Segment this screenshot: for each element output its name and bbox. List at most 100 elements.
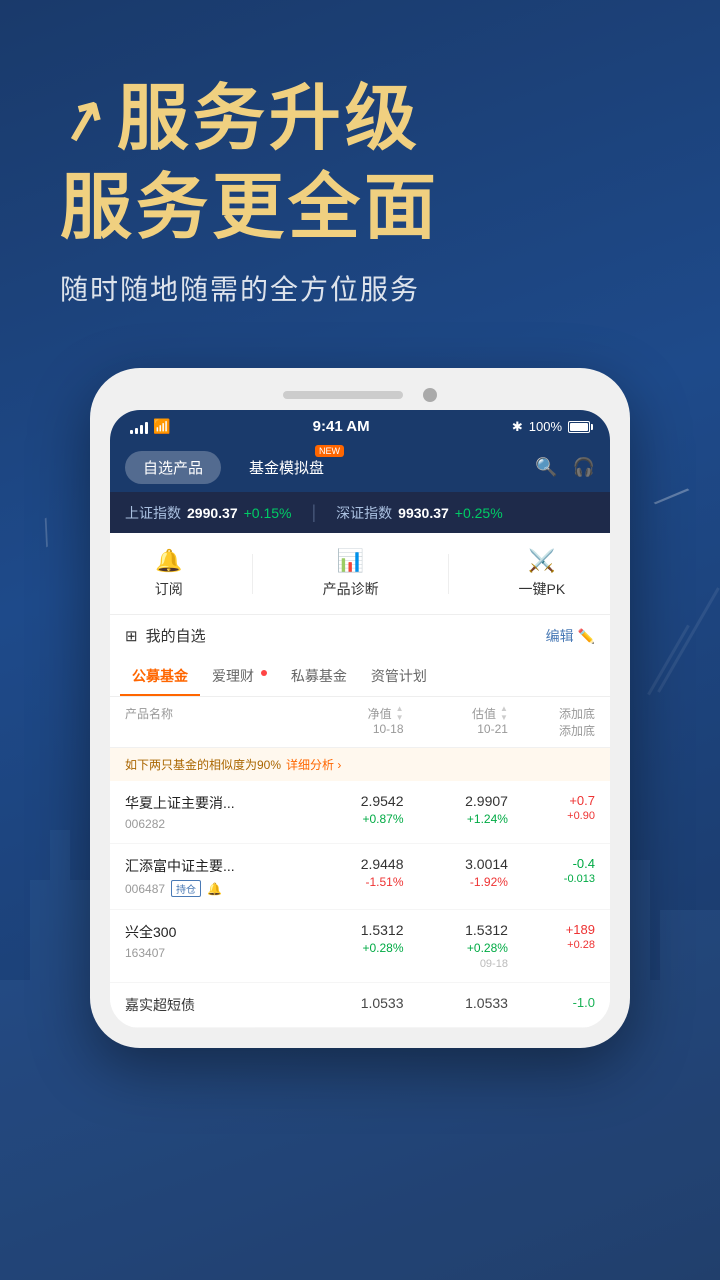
hero-section: ↗ 服务升级 服务更全面 随时随地随需的全方位服务	[0, 0, 720, 338]
new-badge: NEW	[315, 445, 344, 457]
sh-value: 2990.37	[187, 505, 238, 521]
fund-code-row-1: 006282	[125, 817, 299, 831]
col-header-est[interactable]: 估值 ▲ ▼ 10-21	[404, 705, 508, 739]
fund-est-change-2: -1.92%	[404, 875, 508, 889]
phone-camera	[423, 388, 437, 402]
action-divider-1	[252, 554, 253, 594]
pk-icon: ⚔️	[528, 548, 555, 574]
col-header-add-text: 添加底	[508, 705, 595, 722]
fund-nav-value-3: 1.5312	[299, 922, 403, 938]
nav-tab-fund-sim[interactable]: 基金模拟盘 NEW	[231, 451, 342, 484]
est-sort: ▲ ▼	[500, 705, 508, 722]
signal-bar-1	[130, 430, 133, 434]
fund-info-2: 汇添富中证主要... 006487 持仓 🔔	[125, 856, 299, 897]
sz-value: 9930.37	[398, 505, 449, 521]
fund-est-change-1: +1.24%	[404, 812, 508, 826]
tab-asset-mgmt[interactable]: 资管计划	[359, 656, 439, 696]
col-header-nav-text: 净值	[368, 705, 392, 722]
fund-bell-2: 🔔	[207, 882, 222, 896]
signal-bar-4	[145, 422, 148, 434]
tab-private-fund[interactable]: 私募基金	[279, 656, 359, 696]
fund-est-date-3: 09-18	[404, 958, 508, 970]
watchlist-title: ⊞ 我的自选	[125, 625, 206, 646]
col-header-nav[interactable]: 净值 ▲ ▼ 10-18	[299, 705, 403, 739]
fund-add-value-4: -1.0	[508, 995, 595, 1010]
action-pk[interactable]: ⚔️ 一键PK	[519, 548, 566, 599]
sh-change: +0.15%	[244, 505, 292, 521]
tab-asset-mgmt-label: 资管计划	[371, 668, 427, 684]
fund-est-4: 1.0533	[404, 995, 508, 1011]
fund-code-3: 163407	[125, 946, 165, 960]
fund-add-sub-1: +0.90	[508, 810, 595, 822]
col-header-add: 添加底 添加底	[508, 705, 595, 739]
watchlist-icon: ⊞	[125, 627, 138, 645]
fund-code-1: 006282	[125, 817, 165, 831]
watchlist-title-text: 我的自选	[146, 625, 206, 646]
action-diagnose[interactable]: 📊 产品诊断	[323, 548, 379, 599]
fund-info-4: 嘉实超短债	[125, 995, 299, 1015]
wifi-icon: 📶	[153, 418, 170, 435]
watchlist-edit-button[interactable]: 编辑 ✏️	[546, 626, 595, 646]
status-left: 📶	[130, 418, 170, 435]
battery-icon	[568, 421, 590, 433]
nav-tab-watchlist[interactable]: 自选产品	[125, 451, 221, 484]
headset-icon[interactable]: 🎧	[573, 457, 595, 478]
fund-name-1: 华夏上证主要消...	[125, 793, 299, 813]
col-header-est-text: 估值	[472, 705, 496, 722]
action-divider-2	[448, 554, 449, 594]
search-icon[interactable]: 🔍	[535, 457, 557, 478]
tab-public-fund[interactable]: 公募基金	[120, 656, 200, 696]
watchlist-edit-label: 编辑	[546, 628, 574, 644]
table-header: 产品名称 净值 ▲ ▼ 10-18 估值	[110, 697, 610, 748]
sh-label: 上证指数	[125, 503, 181, 523]
watchlist-header: ⊞ 我的自选 编辑 ✏️	[110, 615, 610, 656]
fund-add-3: +189 +0.28	[508, 922, 595, 951]
fund-row[interactable]: 汇添富中证主要... 006487 持仓 🔔 2.9448 -1.51% 3.0…	[110, 844, 610, 910]
fund-add-2: -0.4 -0.013	[508, 856, 595, 885]
fund-nav-value-4: 1.0533	[299, 995, 403, 1011]
fund-add-4: -1.0	[508, 995, 595, 1010]
fund-est-1: 2.9907 +1.24%	[404, 793, 508, 826]
hero-line2: 服务更全面	[60, 169, 660, 248]
tab-public-fund-label: 公募基金	[132, 668, 188, 684]
fund-row[interactable]: 华夏上证主要消... 006282 2.9542 +0.87% 2.9907 +…	[110, 781, 610, 844]
hero-subtitle: 随时随地随需的全方位服务	[60, 268, 660, 308]
fund-add-sub-2: -0.013	[508, 873, 595, 885]
battery-tip	[591, 424, 593, 430]
col-header-est-date: 10-21	[477, 722, 508, 736]
fund-code-2: 006487	[125, 882, 165, 896]
similarity-text: 如下两只基金的相似度为90%	[125, 756, 281, 773]
nav-tab-watchlist-label: 自选产品	[143, 460, 203, 477]
sz-ticker: 深证指数 9930.37 +0.25%	[336, 503, 502, 523]
fund-nav-change-2: -1.51%	[299, 875, 403, 889]
phone-mockup: 📶 9:41 AM ✱ 100% 自选产品 基金模拟盘	[90, 368, 630, 1048]
app-nav: 自选产品 基金模拟盘 NEW 🔍 🎧	[110, 443, 610, 492]
fund-info-3: 兴全300 163407	[125, 922, 299, 960]
tab-wealth[interactable]: 爱理财	[200, 656, 279, 696]
fund-nav-value-2: 2.9448	[299, 856, 403, 872]
nav-icons: 🔍 🎧	[535, 457, 595, 478]
fund-nav-1: 2.9542 +0.87%	[299, 793, 403, 826]
hero-line1: 服务升级	[117, 80, 421, 159]
fund-nav-3: 1.5312 +0.28%	[299, 922, 403, 955]
fund-row[interactable]: 兴全300 163407 1.5312 +0.28% 1.5312 +0.28%…	[110, 910, 610, 983]
fund-tag-2: 持仓	[171, 880, 201, 897]
status-right: ✱ 100%	[512, 419, 590, 435]
fund-est-value-2: 3.0014	[404, 856, 508, 872]
similarity-notice: 如下两只基金的相似度为90% 详细分析 ›	[110, 748, 610, 781]
signal-bar-2	[135, 428, 138, 434]
fund-nav-value-1: 2.9542	[299, 793, 403, 809]
status-time: 9:41 AM	[313, 418, 370, 435]
signal-bars	[130, 420, 148, 434]
fund-code-row-3: 163407	[125, 946, 299, 960]
similarity-link[interactable]: 详细分析 ›	[286, 756, 341, 773]
fund-name-3: 兴全300	[125, 922, 299, 942]
market-ticker: 上证指数 2990.37 +0.15% | 深证指数 9930.37 +0.25…	[110, 492, 610, 533]
fund-est-value-4: 1.0533	[404, 995, 508, 1011]
fund-row[interactable]: 嘉实超短债 1.0533 1.0533 -1.0	[110, 983, 610, 1028]
fund-code-row-2: 006487 持仓 🔔	[125, 880, 299, 897]
action-subscribe[interactable]: 🔔 订阅	[155, 548, 183, 599]
action-row: 🔔 订阅 📊 产品诊断 ⚔️ 一键PK	[110, 533, 610, 615]
fund-est-3: 1.5312 +0.28% 09-18	[404, 922, 508, 970]
fund-est-2: 3.0014 -1.92%	[404, 856, 508, 889]
